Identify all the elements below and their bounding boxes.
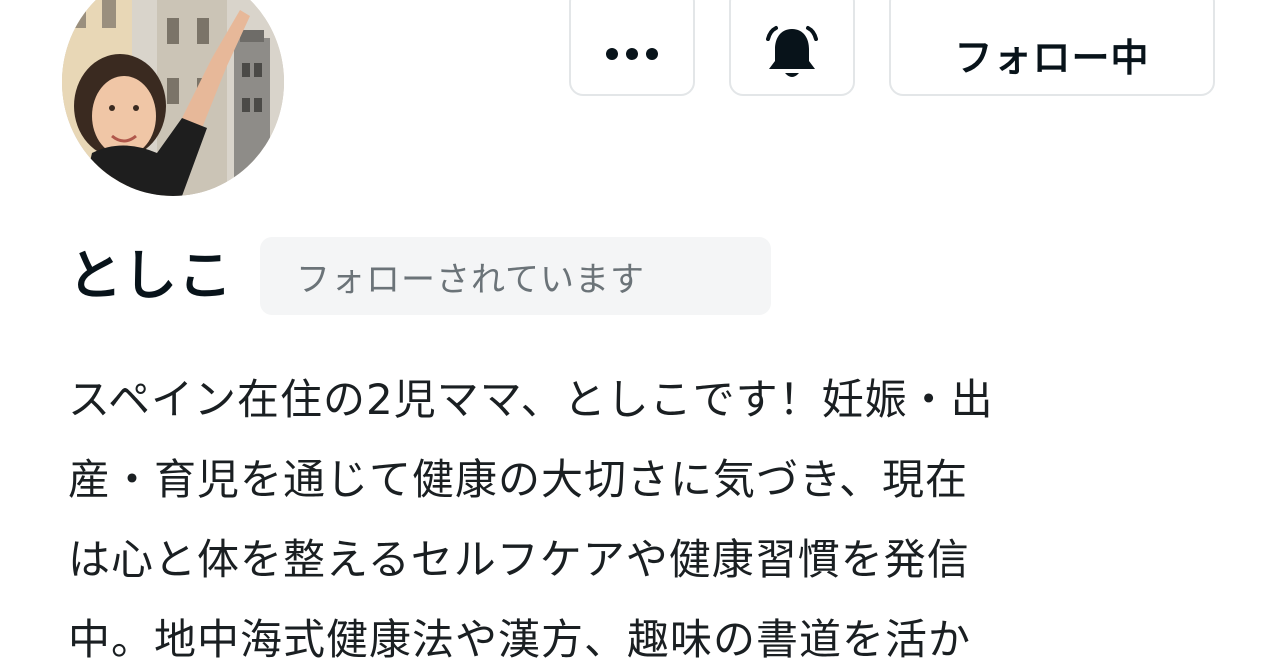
avatar[interactable] [62, 0, 284, 196]
profile-page: フォロー中 としこ フォローされています スペイン在住の2児ママ、としこです！妊… [0, 0, 1280, 670]
bio-line: 産・育児を通じて健康の大切さに気づき、現在 [68, 455, 969, 504]
bio-line: は心と体を整えるセルフケアや健康習慣を発信 [68, 535, 970, 584]
avatar-photo [62, 0, 284, 196]
follows-you-badge: フォローされています [260, 237, 771, 315]
bell-icon [764, 1, 820, 83]
bio-line: スペイン在住の2児ママ、としこです！妊娠・出 [68, 375, 994, 424]
more-button[interactable] [569, 0, 695, 96]
following-button-label: フォロー中 [954, 35, 1150, 80]
notification-bell-button[interactable] [729, 0, 855, 96]
following-button[interactable]: フォロー中 [889, 0, 1215, 96]
more-horizontal-icon [604, 22, 660, 62]
bio-line: 中。地中海式健康法や漢方、趣味の書道を活か [68, 615, 972, 664]
profile-name: としこ [68, 244, 233, 307]
profile-bio: スペイン在住の2児ママ、としこです！妊娠・出 産・育児を通じて健康の大切さに気づ… [68, 360, 1208, 670]
